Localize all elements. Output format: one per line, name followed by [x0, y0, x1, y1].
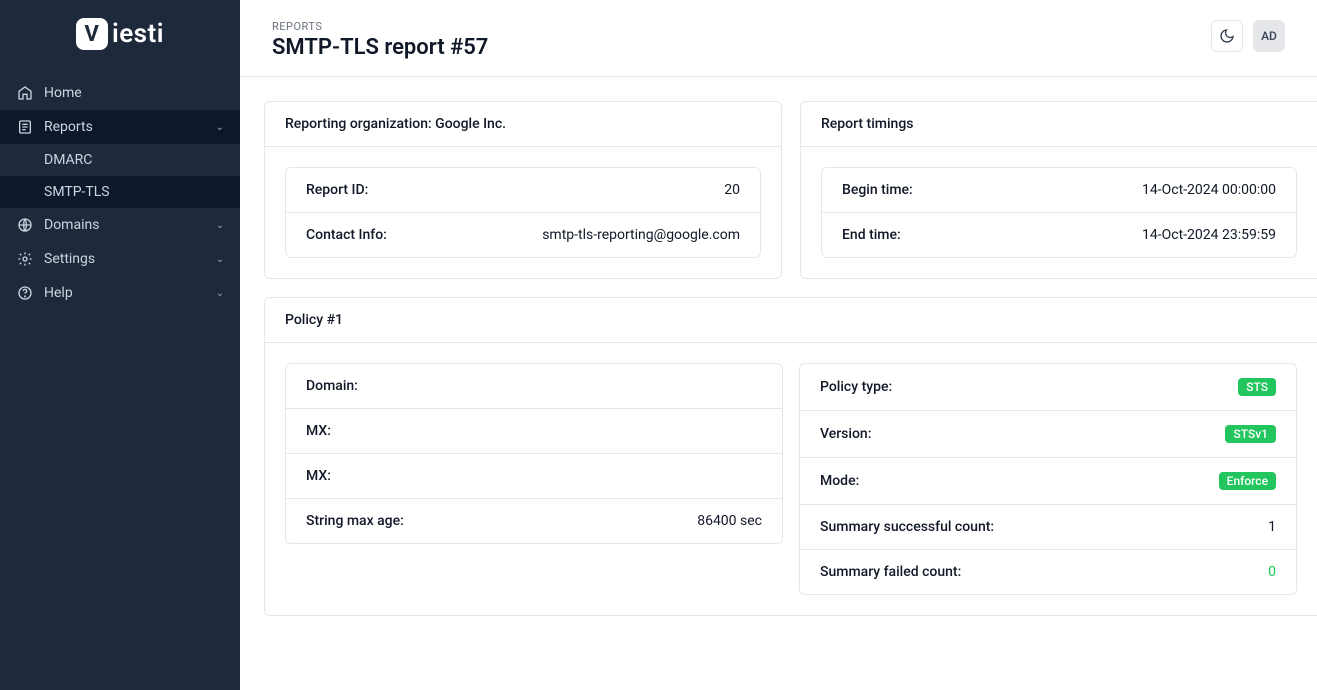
chevron-down-icon: ⌄	[216, 220, 224, 231]
kv-label: Summary failed count:	[820, 564, 961, 580]
page-title: SMTP-TLS report #57	[272, 35, 488, 60]
kv-label: Mode:	[820, 473, 859, 489]
card-policy-1: Policy #1 Domain: MX:	[264, 297, 1317, 616]
sidebar-item-label: Settings	[44, 251, 95, 267]
topbar: REPORTS SMTP-TLS report #57 AD	[240, 0, 1317, 77]
kv-value: 0	[1268, 564, 1276, 580]
sidebar-item-label: DMARC	[44, 152, 92, 168]
kv-label: Report ID:	[306, 182, 368, 198]
kv-value: 86400 sec	[697, 513, 762, 529]
logo[interactable]: V iesti	[0, 0, 240, 70]
nav: Home Reports ⌄ DMARC SMTP-TLS Domains	[0, 70, 240, 310]
gear-icon	[16, 250, 34, 268]
sidebar-item-label: Reports	[44, 119, 93, 135]
kv-label: String max age:	[306, 513, 404, 529]
kv-value: 14-Oct-2024 23:59:59	[1142, 227, 1276, 243]
brand-text: iesti	[112, 19, 164, 49]
sidebar-item-label: Home	[44, 85, 82, 101]
home-icon	[16, 84, 34, 102]
kv-label: Contact Info:	[306, 227, 387, 243]
sidebar-item-help[interactable]: Help ⌄	[0, 276, 240, 310]
kv-label: Domain:	[306, 378, 358, 394]
kv-row-mx-2: MX:	[286, 453, 782, 498]
reports-icon	[16, 118, 34, 136]
chevron-down-icon: ⌄	[216, 288, 224, 299]
kv-row-end-time: End time: 14-Oct-2024 23:59:59	[822, 212, 1296, 257]
moon-icon	[1219, 28, 1235, 44]
kv-row-version: Version: STSv1	[800, 410, 1296, 457]
kv-row-contact-info: Contact Info: smtp-tls-reporting@google.…	[286, 212, 760, 257]
card-header: Policy #1	[265, 298, 1317, 343]
sidebar-item-dmarc[interactable]: DMARC	[0, 144, 240, 176]
sidebar-item-smtp-tls[interactable]: SMTP-TLS	[0, 176, 240, 208]
kv-row-mx-1: MX:	[286, 408, 782, 453]
sidebar-item-domains[interactable]: Domains ⌄	[0, 208, 240, 242]
kv-value: 1	[1268, 519, 1276, 535]
kv-row-begin-time: Begin time: 14-Oct-2024 00:00:00	[822, 168, 1296, 212]
status-badge-version: STSv1	[1225, 425, 1276, 443]
kv-row-success-count: Summary successful count: 1	[800, 504, 1296, 549]
sidebar-item-label: Domains	[44, 217, 99, 233]
card-header: Reporting organization: Google Inc.	[265, 102, 781, 147]
kv-value: 14-Oct-2024 00:00:00	[1142, 182, 1276, 198]
card-header: Report timings	[801, 102, 1317, 147]
kv-value: smtp-tls-reporting@google.com	[542, 227, 740, 243]
sidebar-item-home[interactable]: Home	[0, 76, 240, 110]
kv-label: MX:	[306, 468, 331, 484]
chevron-down-icon: ⌄	[216, 254, 224, 265]
kv-row-mode: Mode: Enforce	[800, 457, 1296, 504]
chevron-down-icon: ⌄	[216, 122, 224, 133]
main-content: REPORTS SMTP-TLS report #57 AD Reporting…	[240, 0, 1317, 690]
kv-label: MX:	[306, 423, 331, 439]
kv-value: 20	[724, 182, 740, 198]
kv-label: Policy type:	[820, 379, 892, 395]
globe-icon	[16, 216, 34, 234]
theme-toggle-button[interactable]	[1211, 20, 1243, 52]
kv-label: Begin time:	[842, 182, 913, 198]
breadcrumb[interactable]: REPORTS	[272, 20, 488, 33]
kv-row-failed-count: Summary failed count: 0	[800, 549, 1296, 594]
kv-row-policy-type: Policy type: STS	[800, 364, 1296, 410]
status-badge-policy-type: STS	[1238, 378, 1276, 396]
kv-row-domain: Domain:	[286, 364, 782, 408]
sidebar-item-label: SMTP-TLS	[44, 184, 110, 200]
card-report-timings: Report timings Begin time: 14-Oct-2024 0…	[800, 101, 1317, 279]
logo-mark: V	[76, 18, 108, 50]
sidebar-item-reports[interactable]: Reports ⌄	[0, 110, 240, 144]
sidebar-item-settings[interactable]: Settings ⌄	[0, 242, 240, 276]
help-icon	[16, 284, 34, 302]
sidebar-item-label: Help	[44, 285, 73, 301]
kv-row-max-age: String max age: 86400 sec	[286, 498, 782, 543]
kv-row-report-id: Report ID: 20	[286, 168, 760, 212]
user-avatar[interactable]: AD	[1253, 20, 1285, 52]
kv-label: Summary successful count:	[820, 519, 994, 535]
card-reporting-organization: Reporting organization: Google Inc. Repo…	[264, 101, 782, 279]
sidebar: V iesti Home Reports ⌄ DMARC	[0, 0, 240, 690]
status-badge-mode: Enforce	[1219, 472, 1276, 490]
kv-label: Version:	[820, 426, 871, 442]
kv-label: End time:	[842, 227, 901, 243]
